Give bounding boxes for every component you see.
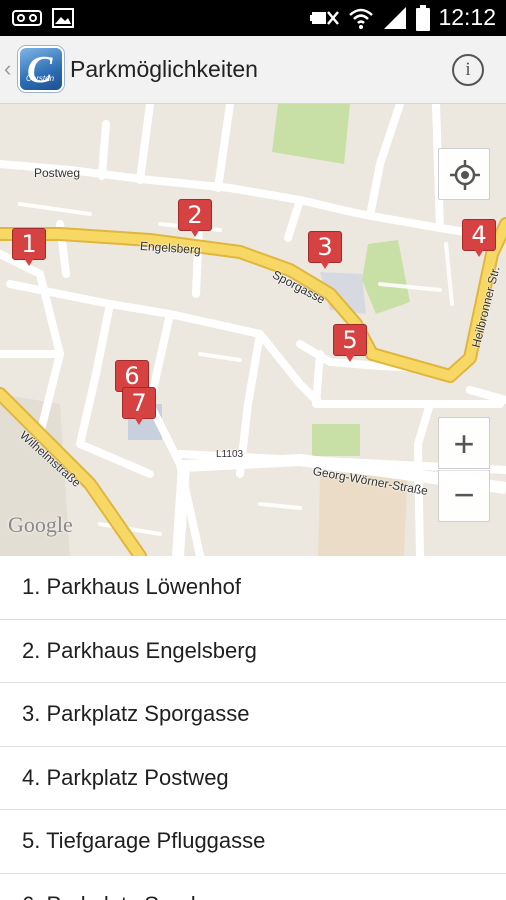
marker-number: 7 (131, 389, 147, 417)
status-bar: 12:12 (0, 0, 506, 36)
voicemail-icon (12, 10, 42, 26)
street-label-postweg: Postweg (34, 166, 81, 180)
parking-list: 1. Parkhaus Löwenhof 2. Parkhaus Engelsb… (0, 556, 506, 900)
list-item[interactable]: 5. Tiefgarage Pfluggasse (0, 810, 506, 874)
marker-tail (345, 354, 355, 362)
parking-marker-5[interactable]: 5 (333, 324, 367, 364)
app-logo[interactable]: C Carsten (18, 46, 64, 92)
parking-marker-2[interactable]: 2 (178, 199, 212, 239)
marker-number: 2 (187, 201, 203, 229)
marker-number: 4 (471, 221, 487, 249)
battery-icon (416, 4, 431, 31)
info-button[interactable]: i (452, 54, 484, 86)
back-chevron-icon[interactable]: ‹ (4, 56, 11, 82)
marker-tail (24, 258, 34, 266)
page-title: Parkmöglichkeiten (70, 56, 258, 82)
marker-tail (134, 417, 144, 425)
wifi-icon (349, 8, 374, 29)
marker-number: 5 (342, 326, 358, 354)
status-time: 12:12 (438, 4, 496, 30)
street-label-l1103: L1103 (216, 449, 244, 460)
image-icon (52, 8, 74, 28)
my-location-button[interactable] (438, 148, 490, 200)
logo-letter-icon: C (27, 49, 53, 91)
list-item[interactable]: 1. Parkhaus Löwenhof (0, 556, 506, 620)
marker-tail (190, 229, 200, 237)
action-bar: ‹ C Carsten Parkmöglichkeiten i (0, 36, 506, 104)
parking-marker-4[interactable]: 4 (462, 219, 496, 259)
google-logo: Google (8, 512, 73, 537)
parking-marker-1[interactable]: 1 (12, 228, 46, 268)
marker-tail (320, 261, 330, 269)
crosshair-icon (450, 160, 480, 190)
plus-icon: + (453, 423, 475, 464)
mute-icon (310, 10, 340, 25)
list-item[interactable]: 4. Parkplatz Postweg (0, 747, 506, 810)
zoom-in-button[interactable]: + (438, 417, 490, 469)
list-item[interactable]: 3. Parkplatz Sporgasse (0, 683, 506, 747)
parking-marker-3[interactable]: 3 (308, 231, 342, 271)
list-item[interactable]: 6. Parkplatz Sporhase (0, 874, 506, 900)
minus-icon: − (453, 474, 475, 515)
zoom-out-button[interactable]: − (438, 470, 490, 522)
list-item[interactable]: 2. Parkhaus Engelsberg (0, 620, 506, 683)
marker-tail (474, 249, 484, 257)
marker-number: 3 (317, 233, 333, 261)
info-icon: i (465, 59, 471, 80)
signal-icon (384, 6, 407, 29)
map[interactable]: Postweg Engelsberg Sporgasse Heilbronner… (0, 104, 506, 556)
marker-number: 1 (21, 230, 37, 258)
logo-text: Carsten (26, 74, 55, 83)
marker-number: 6 (124, 362, 140, 390)
parking-marker-7[interactable]: 7 (122, 387, 156, 427)
